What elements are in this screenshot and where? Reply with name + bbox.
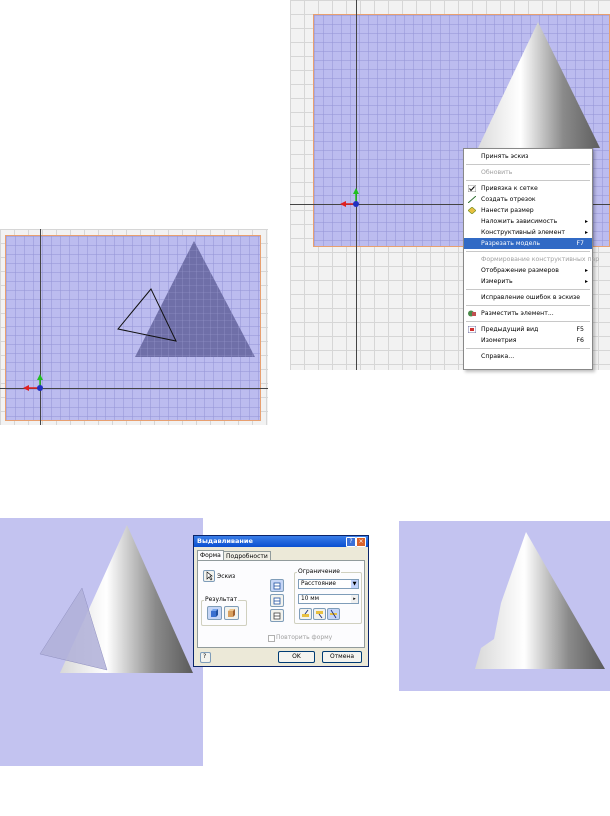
menu-item-help[interactable]: Справка... [464, 351, 592, 362]
origin-point [37, 385, 43, 391]
cone-shape [478, 22, 600, 148]
menu-separator [466, 305, 590, 306]
menu-item-accept-sketch[interactable]: Принять эскиз [464, 151, 592, 162]
surface-button[interactable] [224, 606, 239, 620]
join-icon [273, 582, 281, 590]
menu-item-place-feature[interactable]: Разместить элемент... [464, 308, 592, 319]
menu-separator [466, 348, 590, 349]
menu-item-sketch-doctor[interactable]: Исправление ошибок в эскизе [464, 292, 592, 303]
result-label: Результат [204, 596, 239, 603]
panel-sketch-triangle [0, 229, 268, 425]
submenu-arrow-icon: ▸ [584, 229, 588, 236]
direction-arrow-icon [316, 611, 323, 619]
help-icon: ? [203, 653, 207, 660]
menu-item-previous-view[interactable]: Предыдущий вид F5 [464, 324, 592, 335]
symmetric-arrow-icon [330, 609, 337, 619]
sketch-triangles [23, 241, 255, 391]
menu-item-snap-to-grid[interactable]: Привязка к сетке [464, 183, 592, 194]
context-menu: Принять эскиз Обновить Привязка к сетке … [463, 148, 600, 370]
dialog-title: Выдавливание [197, 537, 253, 545]
menu-item-slice-model[interactable]: Разрезать модель F7 [464, 238, 592, 249]
operation-intersect-button[interactable] [270, 609, 284, 622]
menu-separator [466, 180, 590, 181]
cut-icon [273, 597, 281, 605]
pointer-arrow-icon [206, 571, 213, 581]
direction-2-button[interactable] [313, 608, 326, 620]
extrude-dialog: Выдавливание ? × Форма Подробности Эскиз… [193, 535, 369, 667]
place-feature-icon [468, 310, 476, 317]
panel-cut-cone [399, 521, 610, 691]
chevron-right-icon: ▸ [351, 595, 358, 603]
operation-join-button[interactable] [270, 579, 284, 592]
menu-separator [466, 251, 590, 252]
repeat-shape-label: Повторить форму [276, 634, 333, 641]
origin-point [353, 201, 359, 207]
previous-view-icon [468, 326, 476, 333]
surface-cube-icon [228, 609, 235, 617]
panel-cone-with-profile [0, 518, 203, 766]
menu-item-update: Обновить [481, 169, 513, 176]
dialog-title-bar[interactable]: Выдавливание ? × [194, 536, 368, 547]
limit-type-select[interactable]: Расстояние ▼ [298, 579, 359, 589]
line-icon [468, 196, 476, 203]
cut-cone-shape [475, 532, 605, 669]
menu-item-apply-constraint[interactable]: Наложить зависимость ▸ [464, 216, 592, 227]
help-button[interactable]: ? [200, 652, 211, 663]
help-icon[interactable]: ? [346, 537, 356, 547]
ok-button[interactable]: OK [278, 651, 315, 663]
submenu-arrow-icon: ▸ [584, 218, 588, 225]
menu-separator [466, 321, 590, 322]
chevron-down-icon: ▼ [351, 580, 358, 588]
submenu-arrow-icon: ▸ [584, 267, 588, 274]
limit-label: Ограничение [297, 568, 341, 575]
menu-item-form-pairs: Формирование конструктивных пар [481, 256, 600, 263]
menu-item-construction-element[interactable]: Конструктивный элемент ▸ [464, 227, 592, 238]
menu-separator [466, 289, 590, 290]
direction-arrow-icon [302, 609, 309, 617]
menu-separator [466, 164, 590, 165]
close-icon[interactable]: × [356, 537, 366, 547]
check-icon [468, 185, 476, 192]
menu-item-dimension[interactable]: Нанести размер [464, 205, 592, 216]
submenu-arrow-icon: ▸ [584, 278, 588, 285]
dimension-icon [468, 207, 476, 214]
menu-item-dimension-display[interactable]: Отображение размеров ▸ [464, 265, 592, 276]
repeat-shape-checkbox[interactable] [268, 635, 275, 642]
menu-item-create-line[interactable]: Создать отрезок [464, 194, 592, 205]
distance-input[interactable]: 10 мм ▸ [298, 594, 359, 604]
join-button[interactable] [207, 606, 222, 620]
direction-1-button[interactable] [299, 608, 312, 620]
cone-render-2 [39, 525, 193, 673]
dialog-body: Эскиз Результат Ограничение Расстояние ▼… [197, 560, 365, 648]
operation-cut-button[interactable] [270, 594, 284, 607]
profile-triangle [135, 241, 255, 357]
intersect-icon [273, 612, 281, 620]
menu-item-measure[interactable]: Измерить ▸ [464, 276, 592, 287]
solid-cube-icon [211, 609, 218, 617]
cone-render-3 [475, 532, 605, 669]
menu-item-isometric[interactable]: Изометрия F6 [464, 335, 592, 346]
cancel-button[interactable]: Отмена [322, 651, 362, 663]
select-sketch-button[interactable] [203, 570, 215, 582]
sketch-label: Эскиз [217, 573, 236, 580]
symmetric-button[interactable] [327, 608, 340, 620]
